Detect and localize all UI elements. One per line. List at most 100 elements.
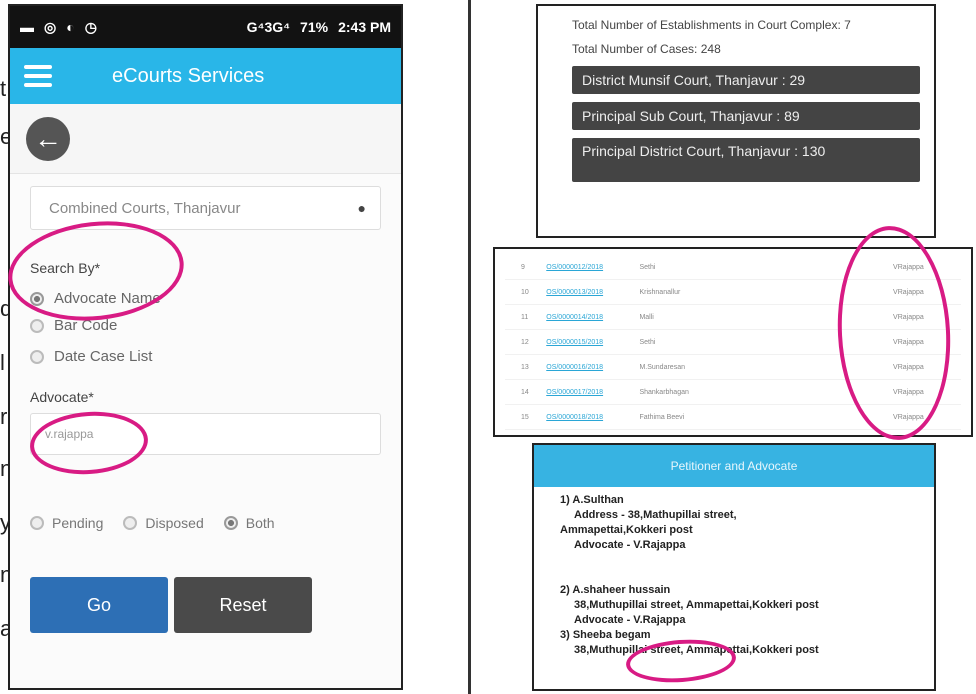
party-name: Malli — [639, 313, 654, 321]
case-number-link[interactable]: OS/0000012/2018 — [546, 264, 639, 271]
app-bar: eCourts Services — [10, 48, 401, 104]
court-count-item[interactable]: Principal District Court, Thanjavur : 13… — [572, 138, 920, 182]
case-list-table: 9 OS/0000012/2018 Sethi VRajappa 10 OS/0… — [493, 247, 973, 437]
party-name: Krishnanallur — [639, 288, 681, 296]
party-name: Fathima Beevi — [639, 413, 685, 421]
radio-icon — [30, 349, 44, 364]
sync-icon: ◐ — [66, 19, 75, 35]
search-option-date[interactable]: Date Case List — [30, 348, 381, 365]
option-label: Advocate Name — [54, 290, 161, 307]
petitioner-advocate: Advocate - V.Rajappa — [574, 539, 686, 551]
row-number: 11 — [521, 313, 529, 321]
row-number: 9 — [521, 263, 525, 271]
party-name: Shankarbhagan — [639, 388, 689, 396]
table-row: 10 OS/0000013/2018 Krishnanallur VRajapp… — [505, 280, 961, 305]
status-disposed[interactable]: Disposed — [123, 515, 204, 531]
back-row: ← — [10, 104, 401, 174]
petitioner-address: Ammapettai,Kokkeri post — [560, 524, 693, 536]
menu-icon[interactable] — [24, 65, 52, 87]
battery-level: 71% — [300, 19, 329, 35]
table-row: 11 OS/0000014/2018 Malli VRajappa — [505, 305, 961, 330]
message-icon: ▬ — [20, 19, 34, 35]
network-indicator: G⁴3G⁴ — [246, 19, 291, 35]
petitioner-address: Address - 38,Mathupillai street, — [574, 509, 737, 521]
option-label: Both — [245, 515, 275, 531]
petitioner-address: 38,Muthupillai street, Ammapettai,Kokker… — [574, 644, 819, 656]
advocate-name: VRajappa — [893, 413, 924, 421]
radio-icon — [30, 516, 44, 530]
radio-icon — [30, 318, 44, 333]
back-arrow-icon[interactable]: ← — [26, 116, 70, 161]
option-label: Bar Code — [54, 317, 118, 334]
divider-line — [468, 0, 471, 694]
status-bar: ▬ ◎ ◐ ◷ G⁴3G⁴ 71% 2:43 PM — [10, 6, 401, 48]
advocate-label: Advocate* — [30, 389, 94, 405]
form-buttons: Go Reset — [30, 577, 381, 633]
petitioner-details-panel: Petitioner and Advocate 1) A.Sulthan Add… — [532, 443, 936, 691]
court-count-item[interactable]: District Munsif Court, Thanjavur : 29 — [572, 66, 920, 94]
app-title: eCourts Services — [112, 64, 265, 87]
petitioner-address: 38,Muthupillai street, Ammapettai,Kokker… — [574, 599, 819, 611]
table-row: 14 OS/0000017/2018 Shankarbhagan VRajapp… — [505, 380, 961, 405]
clock: 2:43 PM — [338, 19, 391, 35]
fragment: r — [0, 404, 8, 429]
advocate-input-value: v.rajappa — [45, 427, 94, 441]
advocate-name: VRajappa — [893, 263, 924, 271]
row-number: 13 — [521, 363, 529, 371]
petitioner-advocate: Advocate - V.Rajappa — [574, 614, 686, 626]
case-number-link[interactable]: OS/0000014/2018 — [546, 314, 639, 321]
row-number: 10 — [521, 288, 529, 296]
case-number-link[interactable]: OS/0000017/2018 — [546, 389, 639, 396]
dropdown-icon: ● — [357, 200, 366, 216]
search-form: Combined Courts, Thanjavur ● Search By* … — [10, 174, 401, 688]
case-number-link[interactable]: OS/0000013/2018 — [546, 289, 639, 296]
radio-selected-icon — [223, 516, 238, 530]
case-status-options: Pending Disposed Both — [30, 515, 381, 531]
option-label: Pending — [52, 515, 104, 531]
court-count-item[interactable]: Principal Sub Court, Thanjavur : 89 — [572, 102, 920, 130]
notification-icon: ◎ — [44, 18, 57, 35]
status-pending[interactable]: Pending — [30, 515, 103, 531]
table-row: 15 OS/0000018/2018 Fathima Beevi VRajapp… — [505, 405, 961, 430]
party-name: Sethi — [639, 263, 656, 271]
go-button[interactable]: Go — [30, 577, 168, 633]
total-cases: Total Number of Cases: 248 — [572, 42, 721, 56]
party-name: M.Sundaresan — [639, 363, 685, 371]
court-complex-select[interactable]: Combined Courts, Thanjavur ● — [30, 186, 381, 230]
phone-screenshot: ▬ ◎ ◐ ◷ G⁴3G⁴ 71% 2:43 PM eCourts Servic… — [8, 4, 403, 690]
table-row: 9 OS/0000012/2018 Sethi VRajappa — [505, 255, 961, 280]
search-option-advocate[interactable]: Advocate Name — [30, 290, 381, 307]
option-label: Date Case List — [54, 348, 153, 365]
petitioner-name: 1) A.Sulthan — [560, 494, 624, 506]
advocate-name: VRajappa — [893, 388, 924, 396]
row-number: 14 — [521, 388, 529, 396]
petitioner-name: 2) A.shaheer hussain — [560, 584, 671, 596]
court-select-value: Combined Courts, Thanjavur — [49, 199, 241, 217]
details-body: 1) A.Sulthan Address - 38,Mathupillai st… — [534, 487, 934, 658]
row-number: 15 — [521, 413, 529, 421]
radio-icon — [123, 516, 138, 530]
party-name: Sethi — [639, 338, 656, 346]
case-number-link[interactable]: OS/0000018/2018 — [546, 414, 639, 421]
table-row: 12 OS/0000015/2018 Sethi VRajappa — [505, 330, 961, 355]
case-number-link[interactable]: OS/0000016/2018 — [546, 364, 639, 371]
option-label: Disposed — [145, 515, 204, 531]
reset-button[interactable]: Reset — [174, 577, 312, 633]
table-row: 13 OS/0000016/2018 M.Sundaresan VRajappa — [505, 355, 961, 380]
fragment: t — [0, 76, 7, 101]
status-both[interactable]: Both — [223, 515, 275, 531]
fragment: l — [0, 350, 5, 375]
court-totals-panel: Total Number of Establishments in Court … — [536, 4, 936, 238]
advocate-name: VRajappa — [893, 313, 924, 321]
case-number-link[interactable]: OS/0000015/2018 — [546, 339, 639, 346]
radio-selected-icon — [30, 291, 44, 306]
advocate-name: VRajappa — [893, 363, 924, 371]
advocate-name-input[interactable]: v.rajappa — [30, 413, 381, 455]
advocate-name: VRajappa — [893, 338, 924, 346]
search-by-label: Search By* — [30, 260, 101, 276]
details-header: Petitioner and Advocate — [534, 445, 934, 487]
row-number: 12 — [521, 338, 529, 346]
petitioner-name: 3) Sheeba begam — [560, 629, 651, 641]
search-option-barcode[interactable]: Bar Code — [30, 317, 381, 334]
alarm-icon: ◷ — [84, 18, 97, 35]
